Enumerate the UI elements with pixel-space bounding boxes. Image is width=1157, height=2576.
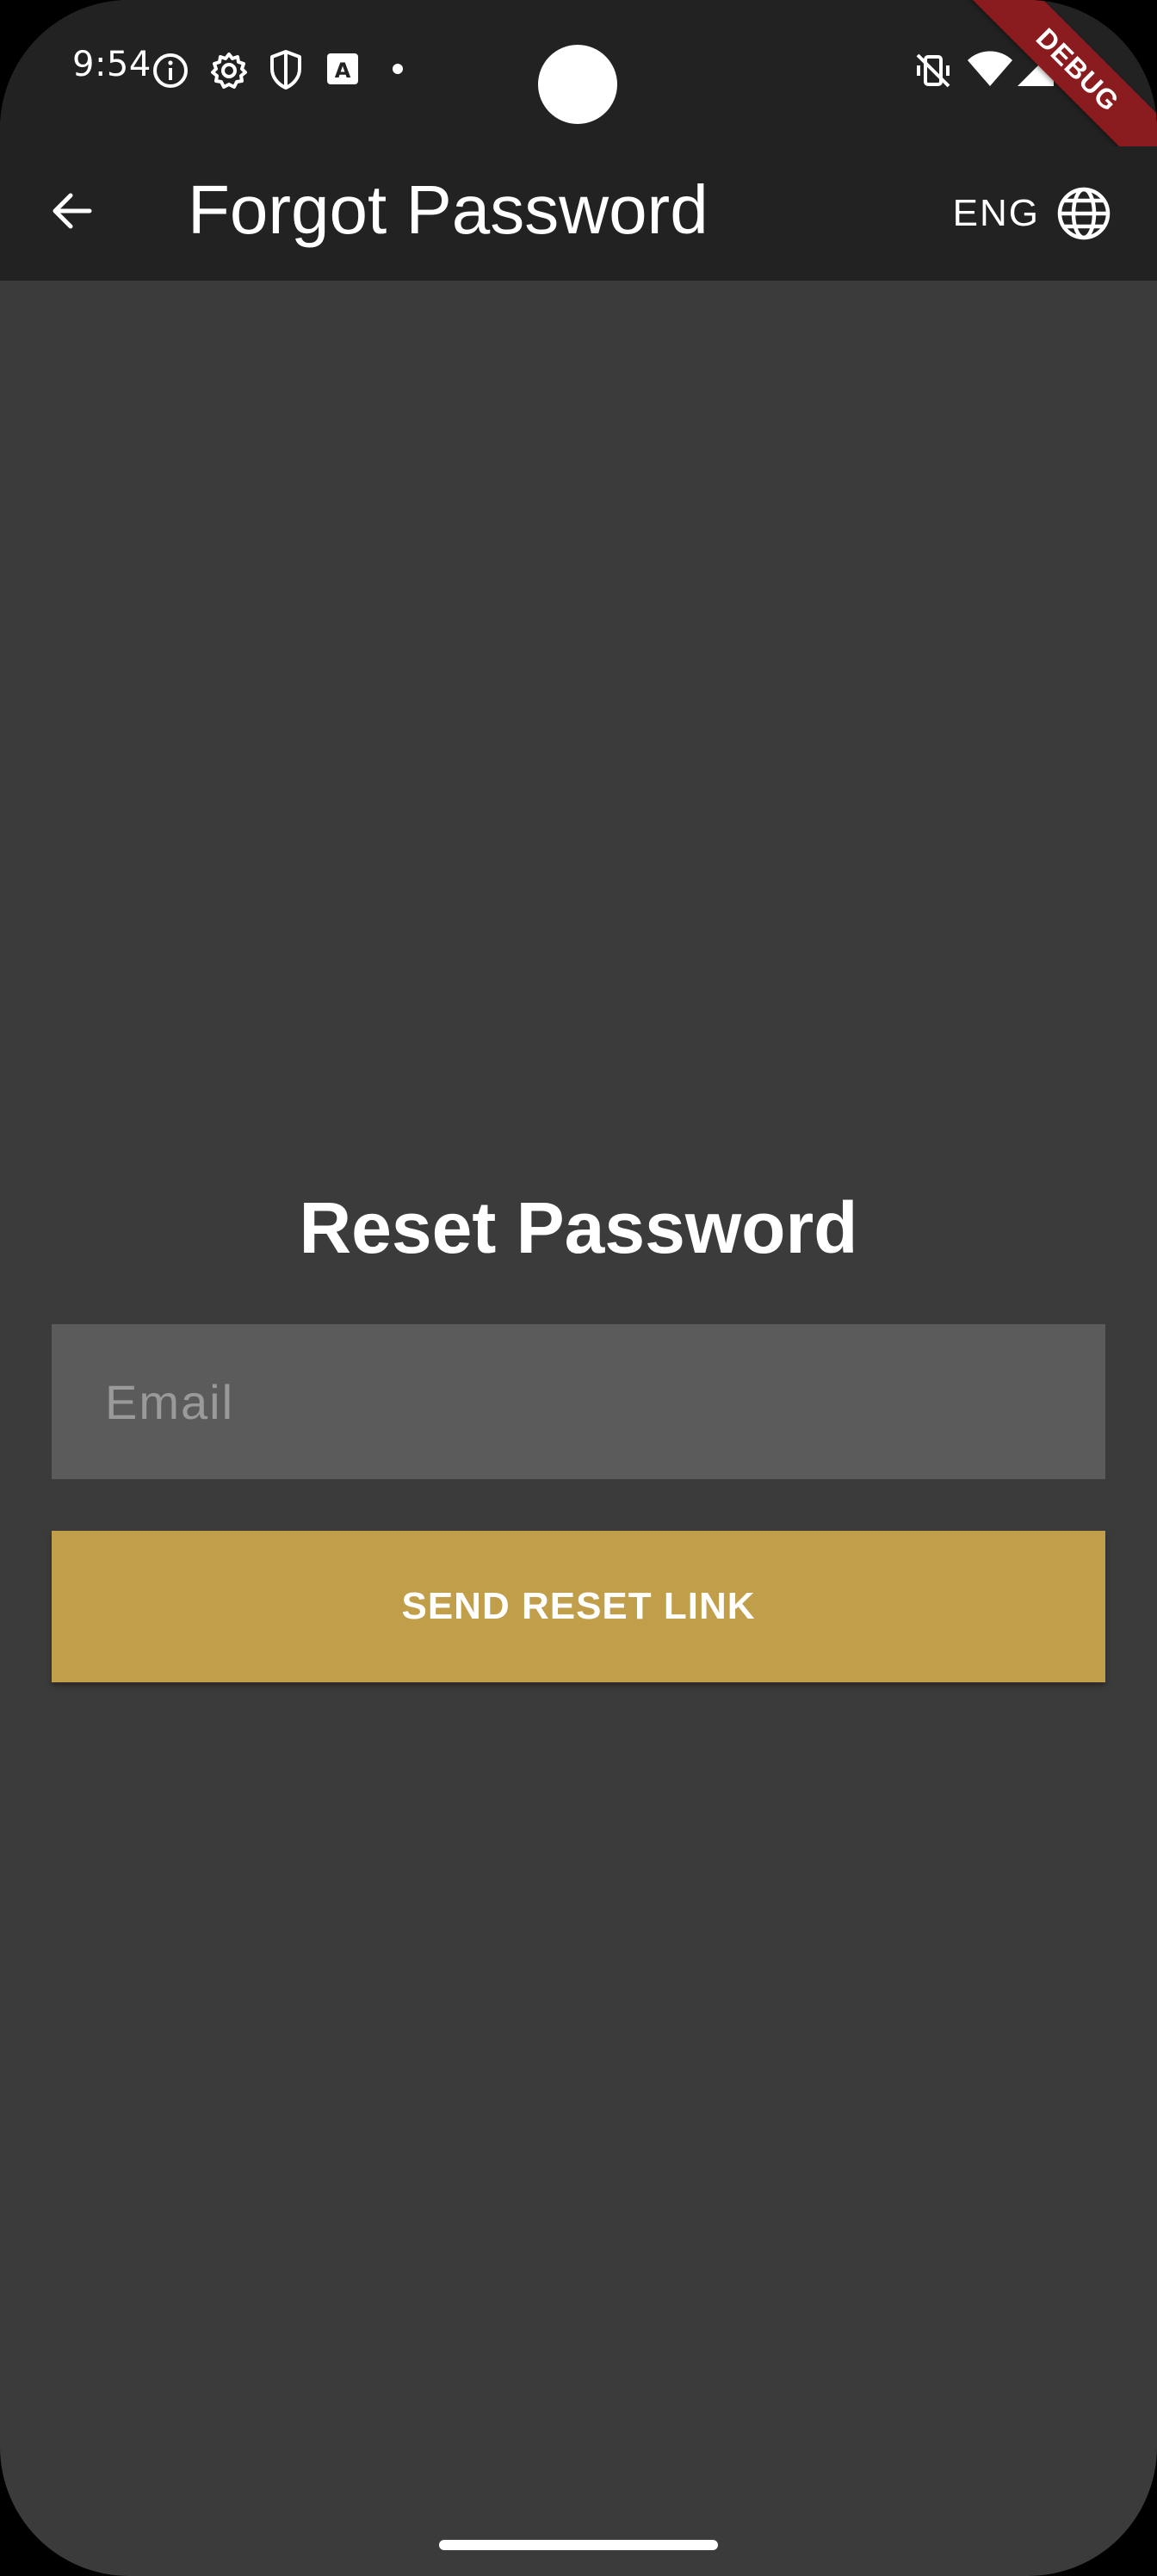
back-button[interactable] bbox=[38, 176, 107, 245]
camera-cutout bbox=[538, 45, 617, 124]
globe-icon bbox=[1057, 187, 1111, 240]
language-label: ENG bbox=[952, 192, 1040, 234]
email-field[interactable] bbox=[52, 1324, 1105, 1479]
phone-screen: 9:54 A DEBUG Forgot Password ENG Reset P… bbox=[0, 0, 1157, 2576]
svg-text:A: A bbox=[335, 59, 351, 83]
arrow-left-icon bbox=[53, 193, 92, 229]
shield-icon bbox=[270, 50, 301, 90]
gear-icon bbox=[211, 53, 247, 89]
status-time: 9:54 bbox=[72, 45, 152, 84]
wifi-icon bbox=[968, 51, 1012, 86]
app-bar: Forgot Password ENG bbox=[0, 146, 1157, 281]
home-indicator[interactable] bbox=[439, 2540, 718, 2550]
language-switch[interactable]: ENG bbox=[953, 181, 1112, 246]
dot-icon bbox=[393, 64, 403, 74]
send-reset-link-button[interactable]: SEND RESET LINK bbox=[52, 1531, 1105, 1682]
page-title: Forgot Password bbox=[188, 171, 708, 248]
reset-password-heading: Reset Password bbox=[299, 1187, 858, 1268]
mute-vibrate-icon bbox=[916, 53, 950, 88]
keyboard-a-icon: A bbox=[327, 53, 358, 84]
status-bar: 9:54 A bbox=[0, 0, 1157, 146]
info-icon bbox=[153, 53, 188, 88]
